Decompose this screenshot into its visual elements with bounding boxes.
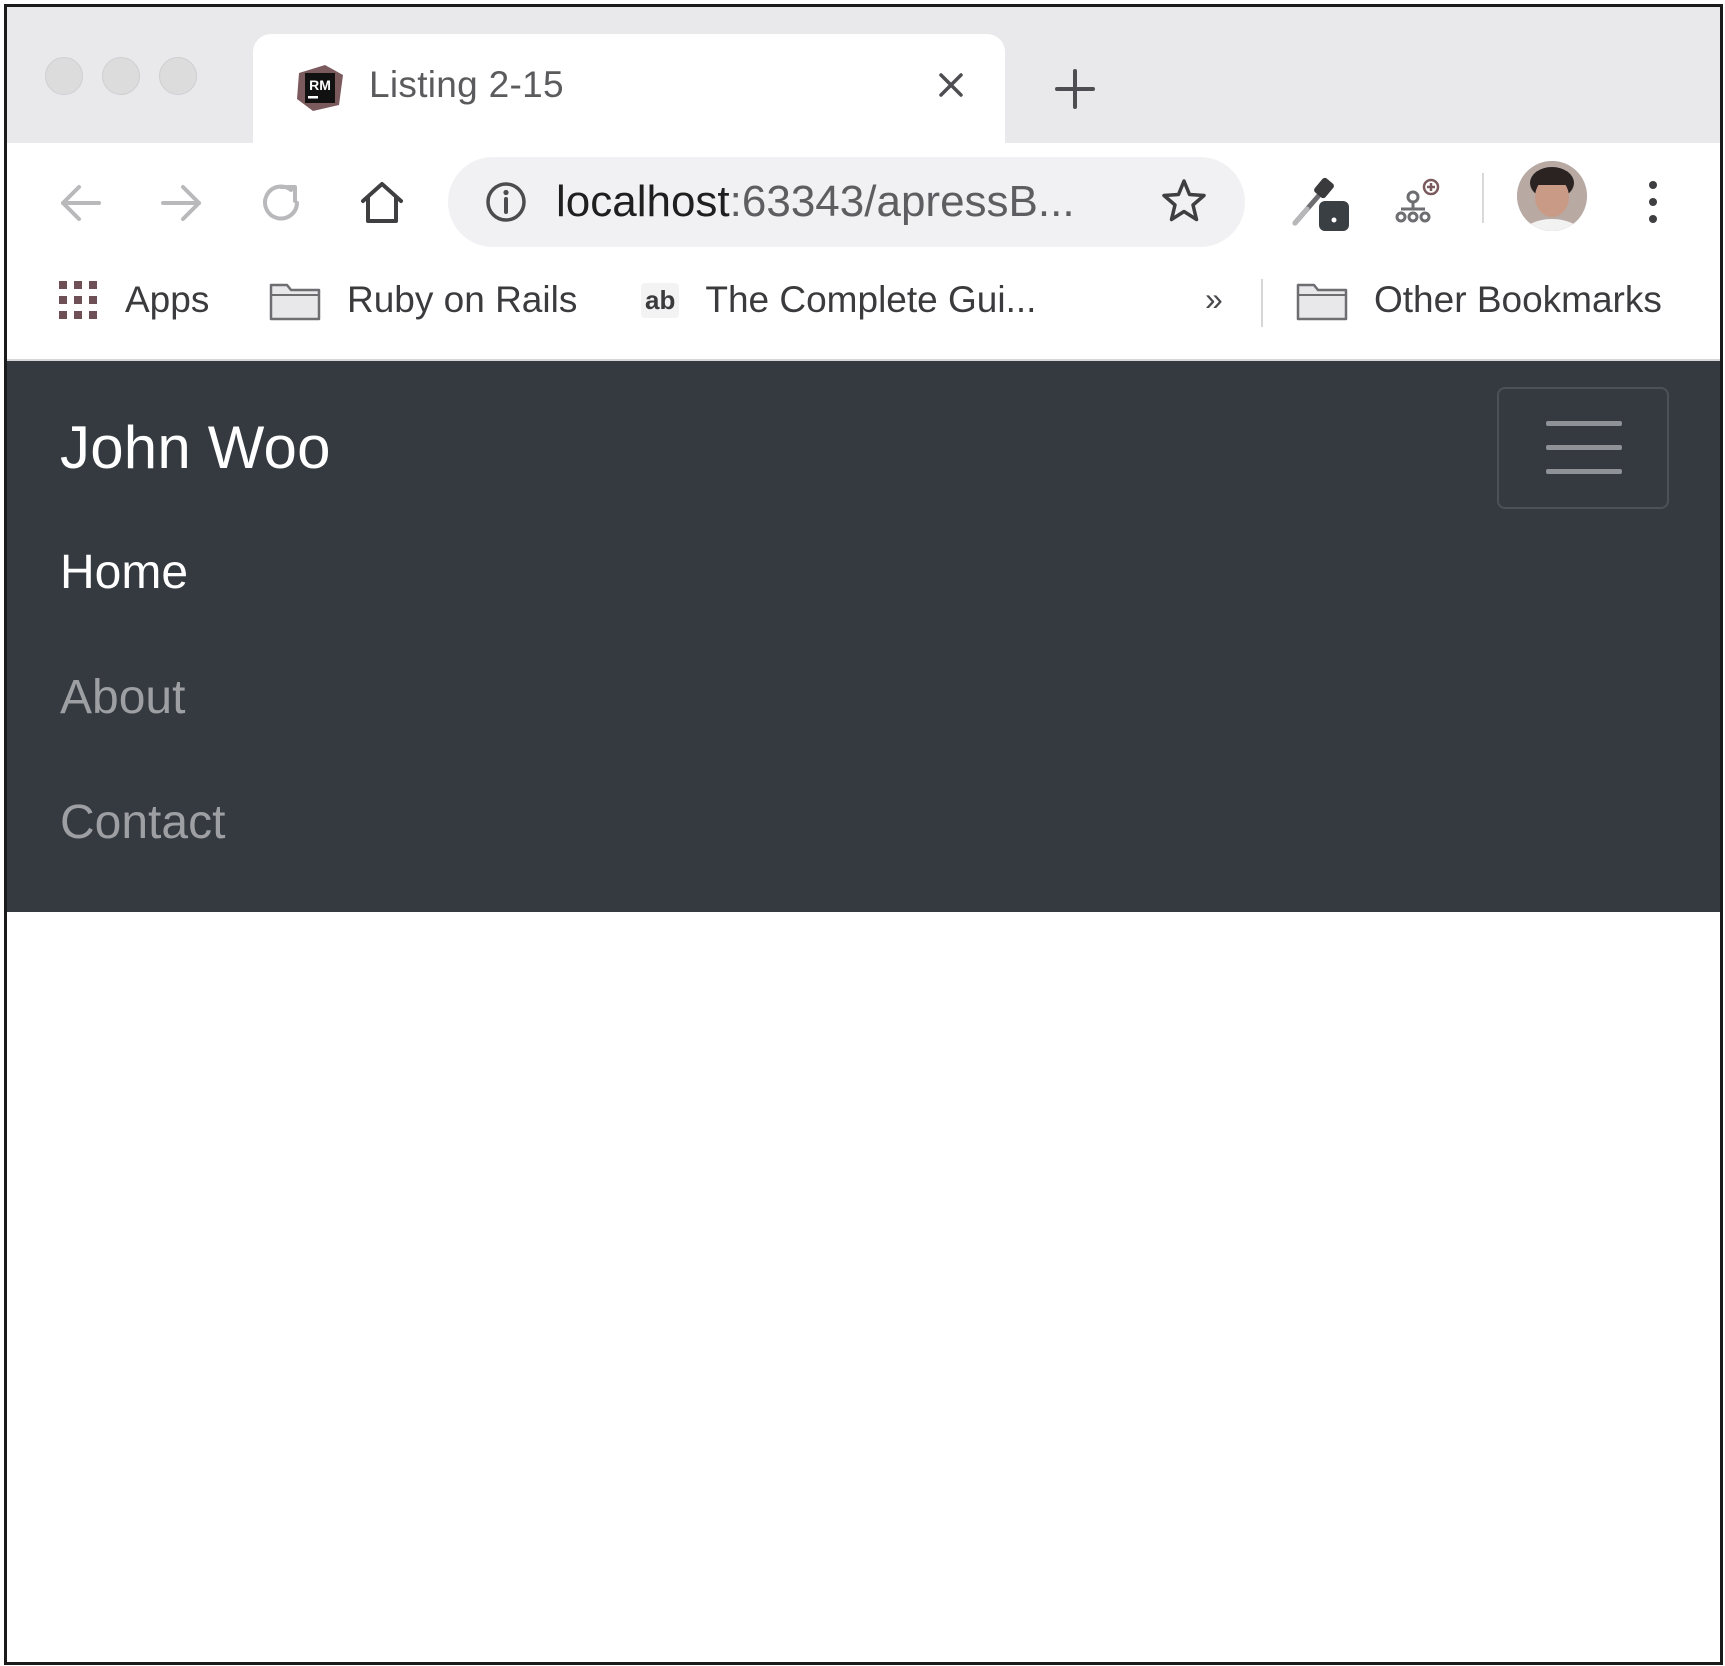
- minimize-window-button[interactable]: [102, 57, 140, 95]
- rubymine-icon: RM: [297, 65, 343, 111]
- browser-toolbar: localhost:63343/apressB...: [7, 143, 1720, 255]
- bookmark-star-icon[interactable]: [1160, 177, 1208, 225]
- reload-icon[interactable]: [257, 179, 305, 227]
- forward-arrow-icon[interactable]: [157, 179, 205, 227]
- bookmarks-overflow-chevron[interactable]: »: [1205, 281, 1223, 318]
- navbar-toggler-button[interactable]: [1497, 387, 1669, 509]
- profile-avatar-image: [1517, 161, 1587, 231]
- color-picker-extension-icon[interactable]: [1287, 165, 1359, 237]
- hamburger-icon: [1546, 469, 1622, 474]
- tab-title: Listing 2-15: [369, 64, 564, 105]
- apps-grid-icon: [59, 281, 97, 319]
- bookmark-label: The Complete Gui...: [705, 279, 1037, 320]
- close-window-button[interactable]: [45, 57, 83, 95]
- info-icon[interactable]: [484, 180, 528, 224]
- tab-active[interactable]: RM Listing 2-15: [253, 34, 1005, 146]
- bookmark-label: Apps: [125, 279, 210, 320]
- new-tab-icon[interactable]: [1053, 67, 1097, 111]
- more-menu-icon[interactable]: [1643, 177, 1663, 227]
- svg-text:RM: RM: [309, 77, 331, 93]
- url-text[interactable]: localhost:63343/apressB...: [556, 177, 1075, 227]
- bookmarks-bar: Apps Ruby on Rails ab The Complete Gui..…: [7, 255, 1720, 361]
- bookmark-label: Ruby on Rails: [347, 279, 578, 320]
- nav-link-about[interactable]: About: [60, 670, 185, 725]
- bookmarks-divider: [1261, 279, 1263, 327]
- home-icon[interactable]: [358, 179, 406, 227]
- site-navbar: John Woo Home About Contact: [7, 361, 1720, 912]
- nav-link-home[interactable]: Home: [60, 545, 188, 600]
- profile-avatar[interactable]: [1517, 161, 1587, 231]
- bookmark-label: Other Bookmarks: [1374, 279, 1662, 320]
- url-host: localhost: [556, 177, 730, 226]
- navbar-brand[interactable]: John Woo: [60, 413, 331, 482]
- toolbar-divider: [1482, 173, 1484, 223]
- bookmark-ruby-on-rails[interactable]: Ruby on Rails: [269, 277, 577, 323]
- nav-link-contact[interactable]: Contact: [60, 795, 225, 850]
- sitemap-extension-icon[interactable]: [1389, 173, 1449, 233]
- page-body: [7, 912, 1720, 1662]
- folder-icon: [269, 283, 321, 321]
- bookmark-apps[interactable]: Apps: [57, 277, 209, 323]
- back-arrow-icon[interactable]: [57, 179, 105, 227]
- bookmark-complete-guide[interactable]: ab The Complete Gui...: [641, 277, 1036, 323]
- hamburger-icon: [1546, 445, 1622, 450]
- zoom-window-button[interactable]: [159, 57, 197, 95]
- address-bar[interactable]: localhost:63343/apressB...: [448, 157, 1245, 247]
- tab-strip: RM Listing 2-15: [7, 7, 1720, 146]
- folder-icon: [1296, 283, 1348, 321]
- hamburger-icon: [1546, 421, 1622, 426]
- bookmark-other-bookmarks[interactable]: Other Bookmarks: [1296, 277, 1662, 323]
- browser-window: RM Listing 2-15 localhost:63343/apressB.…: [4, 4, 1723, 1665]
- ab-site-icon: ab: [641, 282, 680, 318]
- close-tab-icon[interactable]: [933, 67, 969, 103]
- url-path: :63343/apressB...: [729, 177, 1075, 226]
